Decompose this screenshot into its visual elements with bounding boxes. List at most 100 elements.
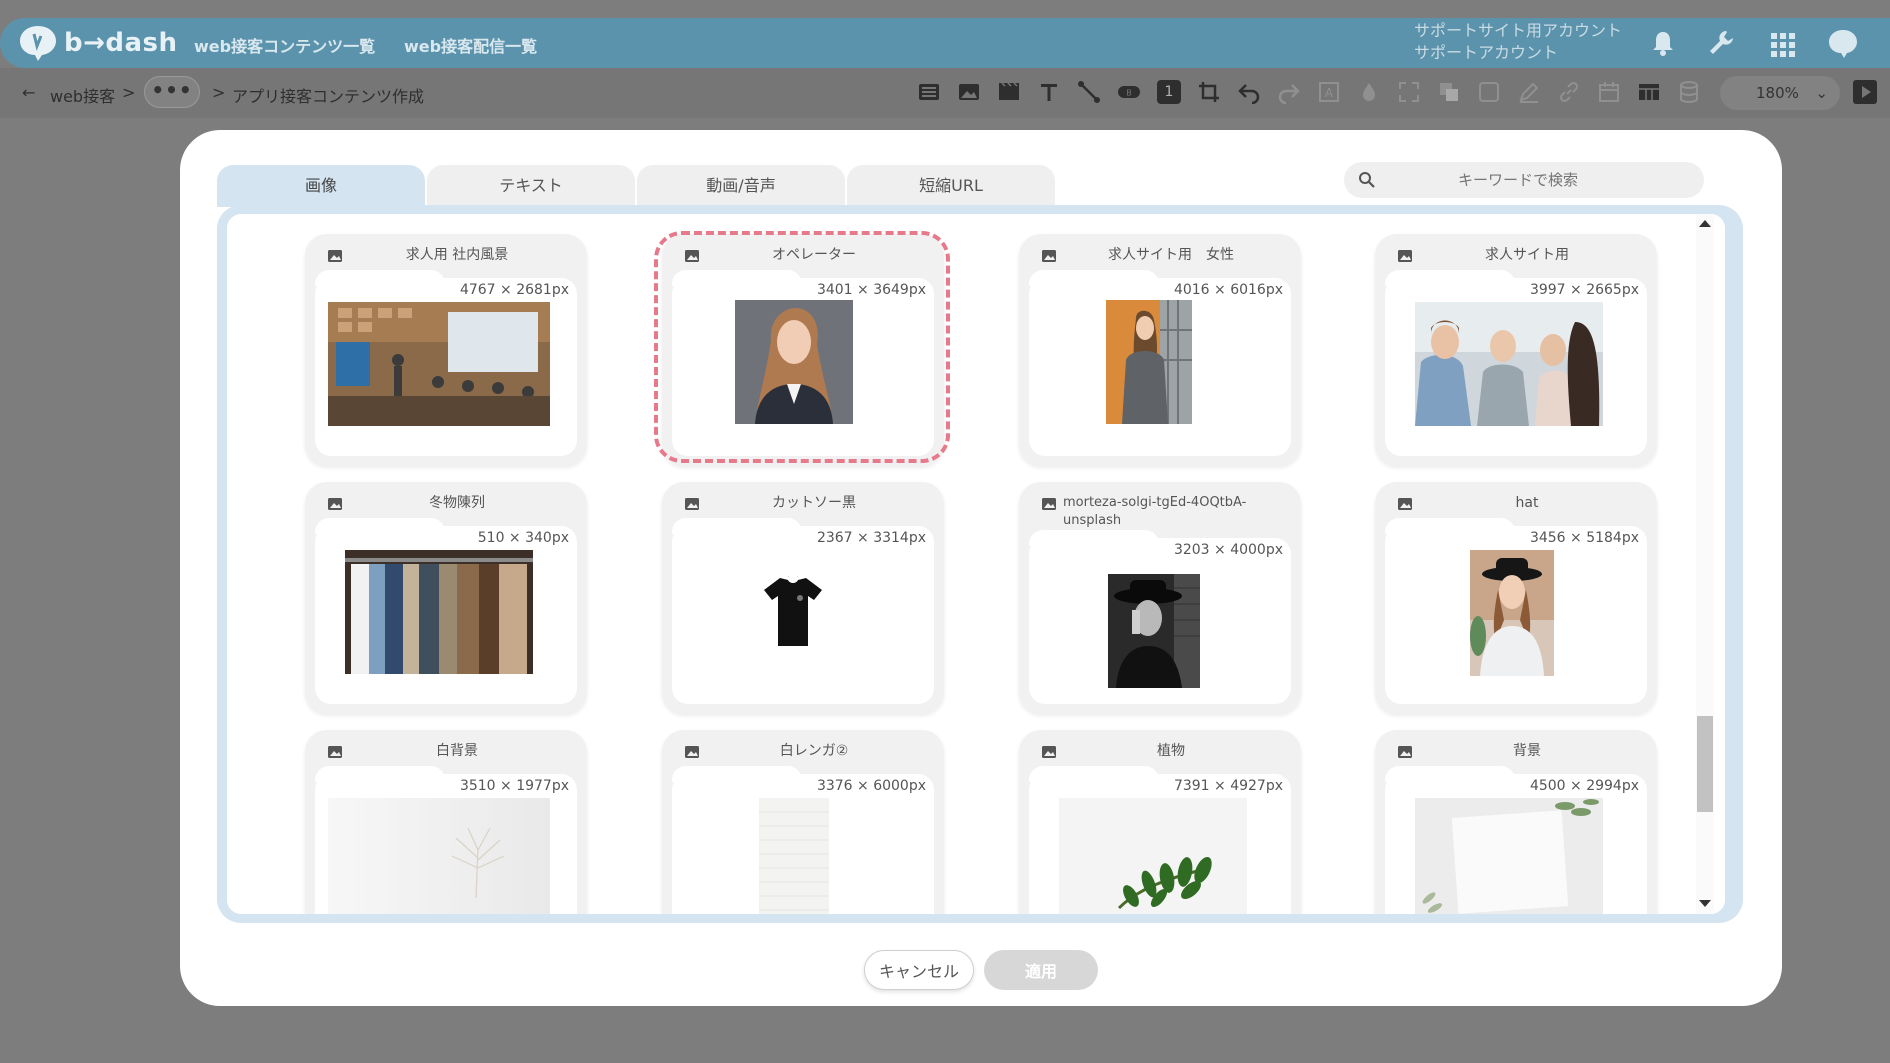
selection-highlight <box>654 231 950 463</box>
image-gallery[interactable]: 求人用 社内風景 4767 × 2681px オペレーター 3401 × 3649px… <box>227 214 1725 914</box>
image-type-icon <box>328 746 342 758</box>
undo-icon[interactable] <box>1237 80 1261 104</box>
image-card[interactable]: 冬物陳列 510 × 340px <box>305 482 587 714</box>
image-type-icon <box>1042 498 1056 510</box>
image-thumbnail[interactable] <box>345 550 533 674</box>
expand-icon[interactable] <box>1397 80 1421 104</box>
line-tool-icon[interactable] <box>1077 80 1101 104</box>
image-card[interactable]: hat 3456 × 5184px <box>1375 482 1657 714</box>
image-title: 背景 <box>1513 743 1541 759</box>
calendar-icon[interactable] <box>1597 80 1621 104</box>
image-title: morteza-solgi-tgEd-4OQtbA-unsplash <box>1063 495 1247 528</box>
image-title: 白背景 <box>436 743 478 759</box>
text-frame-icon[interactable]: A <box>1317 80 1341 104</box>
color-drop-icon[interactable] <box>1357 80 1381 104</box>
app-header: b→dash web接客コンテンツ一覧 web接客配信一覧 サポートサイト用アカ… <box>0 18 1890 68</box>
nav-web-delivery-list[interactable]: web接客配信一覧 <box>404 33 537 57</box>
wrench-icon[interactable] <box>1706 28 1736 58</box>
breadcrumb-more-button[interactable]: ••• <box>144 76 200 108</box>
crop-icon[interactable] <box>1197 80 1221 104</box>
image-title: カットソー黒 <box>772 495 856 511</box>
tab-text[interactable]: テキスト <box>427 165 635 207</box>
image-thumbnail[interactable] <box>1415 798 1603 914</box>
image-title: 求人用 社内風景 <box>405 247 509 263</box>
account-info[interactable]: サポートサイト用アカウント サポートアカウント <box>1414 20 1622 64</box>
image-thumbnail[interactable] <box>328 798 550 914</box>
image-dimensions: 7391 × 4927px <box>1173 778 1283 794</box>
pen-icon[interactable] <box>1517 80 1541 104</box>
bell-icon[interactable] <box>1648 28 1678 58</box>
preview-play-icon[interactable] <box>1852 79 1878 105</box>
scroll-up-icon[interactable] <box>1699 220 1711 227</box>
image-type-icon <box>685 498 699 510</box>
image-type-icon <box>1042 250 1056 262</box>
apply-button[interactable]: 適用 <box>984 950 1098 990</box>
image-dimensions: 510 × 340px <box>477 530 569 546</box>
nav-web-content-list[interactable]: web接客コンテンツ一覧 <box>194 33 375 57</box>
support-chat-icon[interactable] <box>1826 26 1860 60</box>
tab-image[interactable]: 画像 <box>217 165 425 207</box>
keyword-search[interactable] <box>1344 162 1704 198</box>
logo[interactable]: b→dash <box>18 24 178 62</box>
number-badge-icon[interactable]: 1 <box>1157 80 1181 104</box>
redo-icon[interactable] <box>1277 80 1301 104</box>
layers-icon[interactable] <box>1437 80 1461 104</box>
image-title: 求人サイト用 <box>1485 247 1569 263</box>
image-dimensions: 3203 × 4000px <box>1173 542 1283 558</box>
border-icon[interactable] <box>1477 80 1501 104</box>
logo-text: b→dash <box>64 28 178 58</box>
image-thumbnail[interactable] <box>762 576 824 648</box>
zoom-value: 180% <box>1756 84 1799 102</box>
image-dimensions: 4767 × 2681px <box>459 282 569 298</box>
apps-grid-icon[interactable] <box>1768 30 1798 60</box>
svg-text:A: A <box>1325 86 1334 100</box>
image-card[interactable]: 背景 4500 × 2994px <box>1375 730 1657 914</box>
video-clapper-icon[interactable] <box>997 80 1021 104</box>
image-thumbnail[interactable] <box>1108 574 1200 688</box>
image-card[interactable]: 白背景 3510 × 1977px <box>305 730 587 914</box>
database-icon[interactable] <box>1677 80 1701 104</box>
image-icon[interactable] <box>957 80 981 104</box>
scroll-down-icon[interactable] <box>1699 900 1711 907</box>
image-card[interactable]: 求人用 社内風景 4767 × 2681px <box>305 234 587 466</box>
image-title: 白レンガ② <box>779 743 849 759</box>
image-thumbnail[interactable] <box>1059 798 1247 914</box>
image-card[interactable]: 植物 7391 × 4927px <box>1019 730 1301 914</box>
window-top-strip <box>0 0 1890 18</box>
image-type-icon <box>1398 498 1412 510</box>
logo-bubble-icon <box>20 26 56 61</box>
image-dimensions: 4016 × 6016px <box>1173 282 1283 298</box>
image-thumbnail[interactable] <box>1470 550 1554 676</box>
image-thumbnail[interactable] <box>759 798 829 914</box>
image-type-icon <box>1042 746 1056 758</box>
image-card[interactable]: 求人サイト用 3997 × 2665px <box>1375 234 1657 466</box>
image-thumbnail[interactable] <box>328 302 550 426</box>
image-title: 求人サイト用 女性 <box>1108 247 1234 263</box>
search-icon <box>1359 172 1375 188</box>
search-input[interactable] <box>1368 171 1668 189</box>
zoom-select[interactable]: 180% ⌄ <box>1720 76 1840 110</box>
image-card[interactable]: 求人サイト用 女性 4016 × 6016px <box>1019 234 1301 466</box>
link-icon[interactable] <box>1557 80 1581 104</box>
scrollbar-thumb[interactable] <box>1697 716 1713 812</box>
list-icon[interactable] <box>917 80 941 104</box>
image-thumbnail[interactable] <box>1106 300 1192 424</box>
tab-short-url[interactable]: 短縮URL <box>847 165 1055 207</box>
image-card[interactable]: morteza-solgi-tgEd-4OQtbA-unsplash 3203 ×… <box>1019 482 1301 714</box>
image-card[interactable]: 白レンガ② 3376 × 6000px <box>662 730 944 914</box>
breadcrumb-current: アプリ接客コンテンツ作成 <box>232 87 425 106</box>
table-icon[interactable] <box>1637 80 1661 104</box>
image-thumbnail[interactable] <box>1415 302 1603 426</box>
tab-video-audio[interactable]: 動画/音声 <box>637 165 845 207</box>
image-type-icon <box>1398 746 1412 758</box>
cancel-button[interactable]: キャンセル <box>864 950 974 990</box>
image-dimensions: 4500 × 2994px <box>1529 778 1639 794</box>
svg-text:B: B <box>1126 89 1132 98</box>
image-dimensions: 3376 × 6000px <box>816 778 926 794</box>
button-element-icon[interactable]: B <box>1117 80 1141 104</box>
image-card[interactable]: カットソー黒 2367 × 3314px <box>662 482 944 714</box>
breadcrumb-web-sekkyaku[interactable]: web接客 <box>50 83 115 107</box>
image-type-icon <box>1398 250 1412 262</box>
back-arrow-icon[interactable]: ← <box>22 83 35 102</box>
text-icon[interactable] <box>1037 80 1061 104</box>
